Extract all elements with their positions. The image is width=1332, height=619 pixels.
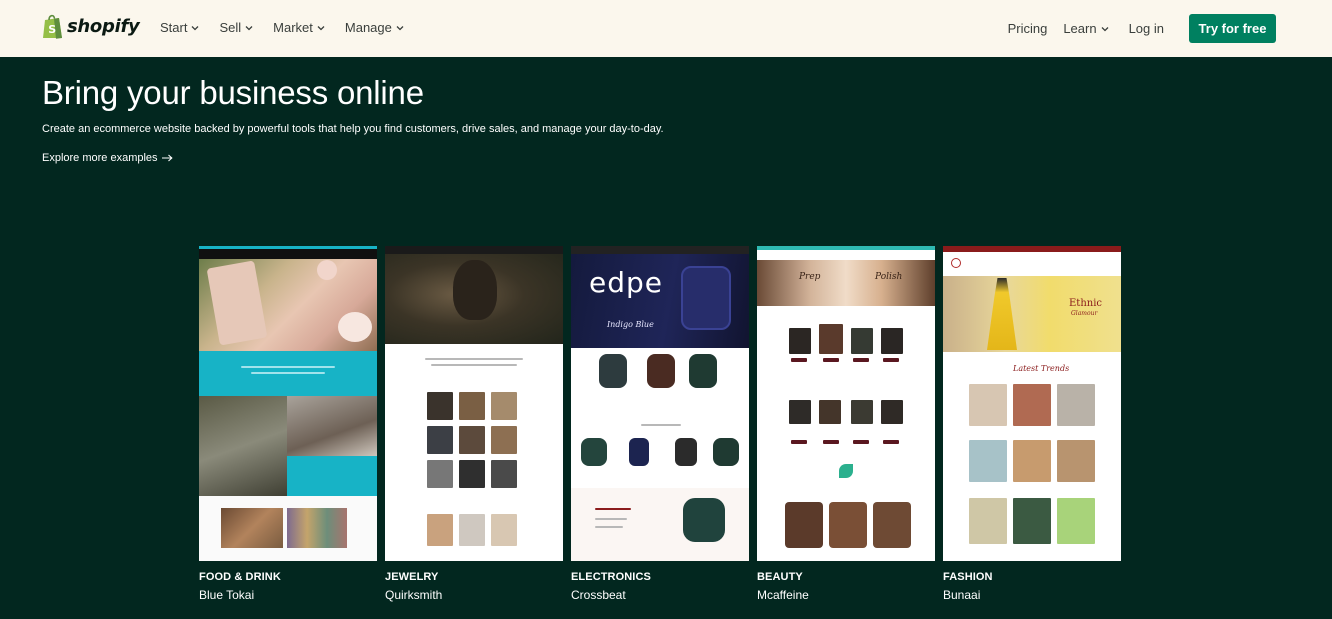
pricing-link[interactable]: Pricing <box>1008 21 1048 36</box>
bunaai-screenshot: Ethnic Glamour Latest Trends <box>943 246 1121 561</box>
store-name: Bunaai <box>943 588 981 602</box>
learn-menu[interactable]: Learn <box>1063 21 1109 36</box>
example-card-blue-tokai[interactable]: FOOD & DRINK Blue Tokai <box>199 246 377 602</box>
store-examples: FOOD & DRINK Blue Tokai JEWELRY Quirksmi… <box>199 246 1121 602</box>
crossbeat-screenshot: edpe Indigo Blue <box>571 246 749 561</box>
category-label: JEWELRY <box>385 571 439 583</box>
mcaffeine-prep-text: Prep <box>799 272 821 282</box>
nav-market[interactable]: Market <box>273 20 325 35</box>
nav-market-label: Market <box>273 20 313 35</box>
store-name: Quirksmith <box>385 588 443 602</box>
chevron-down-icon <box>317 25 325 30</box>
nav-start-label: Start <box>160 20 188 35</box>
arrow-right-icon <box>161 154 173 162</box>
shopify-wordmark: shopify <box>67 15 140 37</box>
store-name: Crossbeat <box>571 588 626 602</box>
nav-manage-label: Manage <box>344 20 392 35</box>
category-label: FASHION <box>943 571 993 583</box>
shopify-logo[interactable]: S shopify <box>42 13 140 39</box>
bunaai-banner-text: Ethnic <box>1069 298 1102 309</box>
store-name: Blue Tokai <box>199 588 255 602</box>
chevron-down-icon <box>192 25 199 30</box>
top-navigation-bar: S shopify Start Sell Market Manage Prici… <box>0 0 1332 57</box>
example-card-mcaffeine[interactable]: Prep Polish BEAUTY Mcaffeine <box>757 246 935 602</box>
hero-subtitle: Create an ecommerce website backed by po… <box>42 123 664 135</box>
example-card-quirksmith[interactable]: JEWELRY Quirksmith <box>385 246 563 602</box>
mcaffeine-screenshot: Prep Polish <box>757 246 935 561</box>
blue-tokai-screenshot <box>199 246 377 561</box>
quirksmith-screenshot <box>385 246 563 561</box>
category-label: FOOD & DRINK <box>199 571 281 583</box>
shopify-bag-icon: S <box>42 14 64 39</box>
login-link[interactable]: Log in <box>1129 21 1164 36</box>
example-card-bunaai[interactable]: Ethnic Glamour Latest Trends FASHION Bun… <box>943 246 1121 602</box>
account-menu: Pricing Learn Log in Try for free <box>1008 14 1276 43</box>
hero-title: Bring your business online <box>42 74 424 111</box>
store-name: Mcaffeine <box>757 588 809 602</box>
crossbeat-brand-text: edpe <box>589 266 663 299</box>
nav-manage[interactable]: Manage <box>345 20 404 35</box>
chevron-down-icon <box>396 25 404 30</box>
svg-text:S: S <box>48 23 56 36</box>
mcaffeine-polish-text: Polish <box>875 272 903 282</box>
crossbeat-tagline-text: Indigo Blue <box>607 320 654 329</box>
bunaai-banner-subtext: Glamour <box>1071 310 1098 317</box>
category-label: ELECTRONICS <box>571 571 651 583</box>
chevron-down-icon <box>245 25 253 30</box>
main-menu: Start Sell Market Manage <box>160 20 404 35</box>
explore-more-examples-link[interactable]: Explore more examples <box>42 152 173 164</box>
nav-sell[interactable]: Sell <box>219 20 253 35</box>
chevron-down-icon <box>1101 26 1109 31</box>
bunaai-section-title: Latest Trends <box>1013 364 1070 373</box>
explore-label: Explore more examples <box>42 152 158 164</box>
nav-start[interactable]: Start <box>160 20 199 35</box>
nav-sell-label: Sell <box>219 20 242 35</box>
example-card-crossbeat[interactable]: edpe Indigo Blue ELECTRONICS Crossbeat <box>571 246 749 602</box>
learn-label: Learn <box>1063 21 1097 36</box>
try-for-free-button[interactable]: Try for free <box>1189 14 1276 43</box>
category-label: BEAUTY <box>757 571 803 583</box>
